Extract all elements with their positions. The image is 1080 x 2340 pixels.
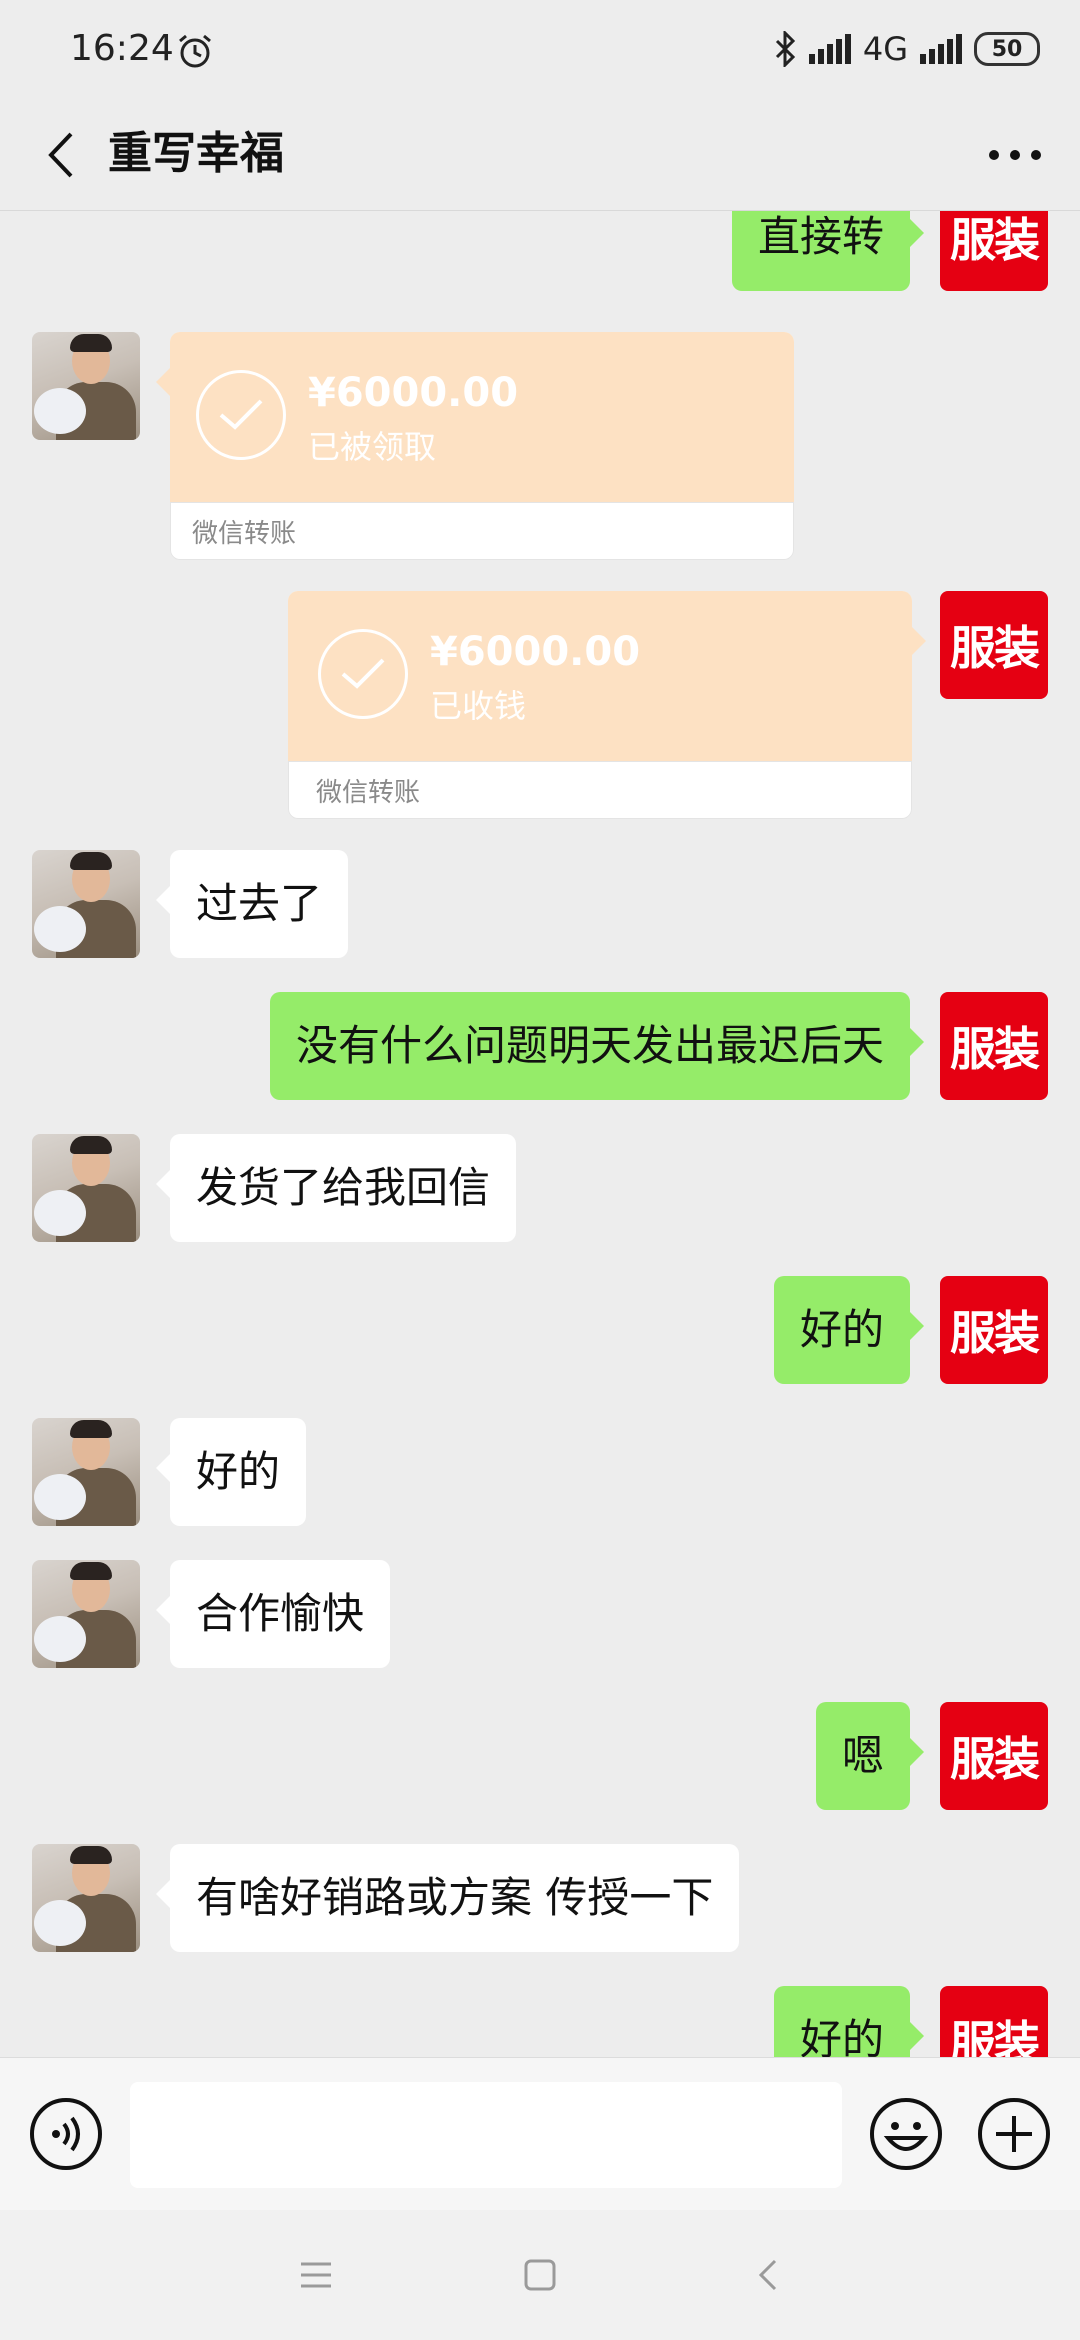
avatar-text: 服装 [950,621,1040,675]
status-indicators: 4G 50 [773,30,1040,68]
message-row: 发货了给我回信 [0,1134,1080,1242]
avatar-text: 服装 [950,1306,1040,1360]
transfer-amount: ¥6000.00 [308,370,519,416]
message-row: 好的 服装 [0,1276,1080,1384]
message-row: 好的 [0,1418,1080,1526]
message-row: 合作愉快 [0,1560,1080,1668]
chat-messages[interactable]: 直接转 服装 ¥6000.00 已被领取 微信转账 ¥6000.00 已收钱 微… [0,211,1080,2057]
transfer-label: 微信转账 [192,519,297,549]
more-button[interactable] [980,122,1050,188]
avatar[interactable] [32,1560,140,1668]
message-row: 有啥好销路或方案 传授一下 [0,1844,1080,1952]
more-icon [989,150,1041,160]
avatar[interactable]: 服装 [940,992,1048,1100]
battery-icon: 50 [974,32,1040,66]
nav-back-button[interactable] [743,2250,793,2300]
home-icon [524,2259,556,2291]
avatar[interactable]: 服装 [940,591,1048,699]
message-bubble[interactable]: 好的 [773,1276,925,1384]
message-row: 直接转 服装 [0,211,1080,291]
avatar[interactable] [32,1844,140,1952]
message-bubble[interactable]: 过去了 [155,850,349,958]
avatar-text: 服装 [950,2016,1040,2057]
home-button[interactable] [515,2250,565,2300]
transfer-card[interactable]: ¥6000.00 已被领取 微信转账 [156,332,794,560]
avatar[interactable]: 服装 [940,1986,1048,2057]
network-type: 4G [862,30,908,68]
alarm-icon [179,34,211,68]
message-bubble[interactable]: 有啥好销路或方案 传授一下 [155,1844,740,1952]
message-row: 好的 服装 [0,1986,1080,2057]
message-row: 过去了 [0,850,1080,958]
message-row: ¥6000.00 已被领取 微信转账 [0,332,1080,562]
transfer-card[interactable]: ¥6000.00 已收钱 微信转账 [288,591,926,819]
chat-header: 重写幸福 [0,100,1080,211]
battery-level: 50 [991,36,1023,62]
transfer-status: 已收钱 [430,687,527,725]
back-button[interactable] [30,122,90,188]
avatar[interactable] [32,332,140,440]
back-icon [758,2259,777,2291]
menu-icon [301,2262,331,2288]
avatar-text: 服装 [950,1732,1040,1786]
transfer-amount: ¥6000.00 [430,629,641,675]
voice-icon[interactable] [28,2096,104,2172]
check-icon [196,370,286,460]
avatar[interactable] [32,1134,140,1242]
message-row: ¥6000.00 已收钱 微信转账 服装 [0,591,1080,821]
avatar[interactable] [32,1418,140,1526]
message-bubble[interactable]: 没有什么问题明天发出最迟后天 [269,992,925,1100]
message-bubble[interactable]: 嗯 [815,1702,925,1810]
message-bubble[interactable]: 直接转 [731,211,925,291]
status-bar: 16:24 4G 50 [0,0,1080,100]
signal-icon [920,34,962,64]
message-bubble[interactable]: 好的 [773,1986,925,2057]
avatar[interactable]: 服装 [940,1702,1048,1810]
message-input[interactable] [130,2082,842,2188]
avatar[interactable] [32,850,140,958]
plus-icon[interactable] [976,2096,1052,2172]
transfer-label: 微信转账 [316,778,421,808]
check-icon [318,629,408,719]
message-row: 没有什么问题明天发出最迟后天 服装 [0,992,1080,1100]
status-time: 16:24 [70,28,174,69]
transfer-status: 已被领取 [308,428,437,466]
chevron-left-icon [48,132,73,178]
emoji-icon[interactable] [868,2096,944,2172]
signal-icon [808,34,851,64]
system-nav-bar [0,2210,1080,2340]
avatar-text: 服装 [950,1022,1040,1076]
avatar[interactable]: 服装 [940,1276,1048,1384]
menu-button[interactable] [291,2250,341,2300]
input-bar [0,2057,1080,2211]
message-bubble[interactable]: 合作愉快 [155,1560,391,1668]
avatar[interactable]: 服装 [940,211,1048,291]
bluetooth-icon [775,31,795,67]
page-title: 重写幸福 [108,128,284,179]
message-bubble[interactable]: 好的 [155,1418,307,1526]
message-row: 嗯 服装 [0,1702,1080,1810]
message-bubble[interactable]: 发货了给我回信 [155,1134,517,1242]
avatar-text: 服装 [950,213,1040,267]
